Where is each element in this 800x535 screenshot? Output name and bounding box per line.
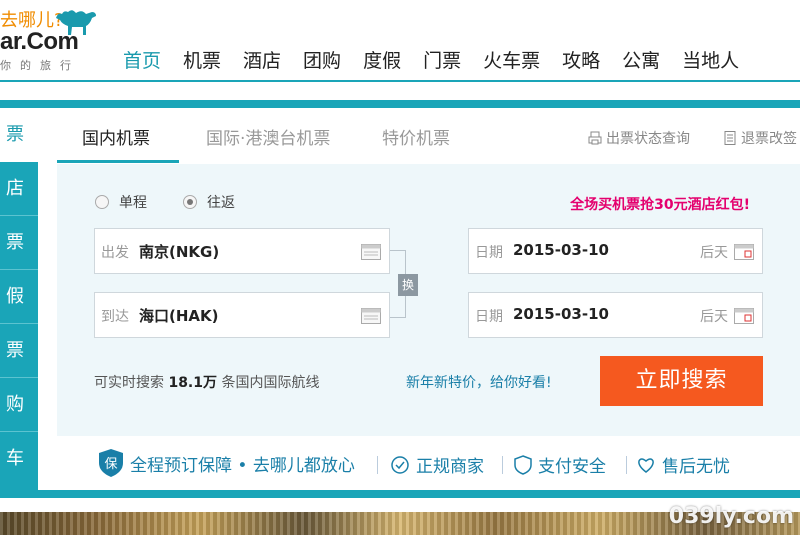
date-label: 日期 — [475, 309, 503, 325]
return-date-field[interactable]: 日期 2015-03-10 后天 — [468, 292, 763, 338]
divider — [502, 456, 503, 474]
sidebar-item-hotels[interactable]: 店 — [0, 162, 38, 216]
depart-date-field[interactable]: 日期 2015-03-10 后天 — [468, 228, 763, 274]
route-count-value: 18.1万 — [168, 375, 217, 391]
sidebar-item-train[interactable]: 票 — [0, 216, 38, 270]
printer-icon — [588, 131, 602, 145]
main-top-bar — [0, 100, 800, 108]
guarantee-aftersales-label: 售后无忧 — [662, 457, 730, 477]
guarantee-strip: 保 全程预订保障 • 去哪儿都放心 正规商家 支付安全 售后无忧 — [38, 436, 800, 492]
tab-international[interactable]: 国际·港澳台机票 — [206, 124, 330, 149]
nav-guides[interactable]: 攻略 — [562, 46, 600, 76]
calendar-icon[interactable] — [734, 244, 754, 260]
heart-shield-icon — [638, 457, 654, 473]
guarantee-aftersales[interactable]: 售后无忧 — [636, 452, 730, 477]
guarantee-merchant-label: 正规商家 — [416, 457, 484, 477]
depart-date-value: 2015-03-10 — [513, 241, 609, 259]
calendar-icon[interactable] — [734, 308, 754, 324]
arrive-label: 到达 — [101, 309, 129, 325]
nav-divider — [0, 80, 800, 82]
sidebar-item-group-buy[interactable]: 购 — [0, 378, 38, 432]
search-button[interactable]: 立即搜索 — [600, 356, 763, 406]
relative-day-label: 后天 — [700, 245, 728, 261]
promo-banner[interactable]: 全场买机票抢30元酒店红包! — [570, 194, 750, 214]
tab-special[interactable]: 特价机票 — [382, 124, 450, 149]
nav-group-buy[interactable]: 团购 — [303, 46, 341, 76]
shield-badge-icon: 保 — [99, 449, 123, 477]
city-list-icon[interactable] — [361, 308, 381, 324]
guarantee-payment-label: 支付安全 — [538, 457, 606, 477]
one-way-label[interactable]: 单程 — [119, 192, 147, 212]
round-trip-label[interactable]: 往返 — [207, 192, 235, 212]
trip-type-selector: 单程 往返 — [95, 192, 271, 212]
sidebar: 票 店 票 假 票 购 车 — [0, 108, 38, 492]
nav-flights[interactable]: 机票 — [183, 46, 221, 76]
new-year-slogan[interactable]: 新年新特价，给你好看! — [406, 372, 552, 392]
depart-label: 出发 — [101, 245, 129, 261]
route-count-prefix: 可实时搜索 — [94, 375, 164, 391]
arrive-city-field[interactable]: 到达 海口(HAK) — [94, 292, 390, 338]
top-nav: 首页 机票 酒店 团购 度假 门票 火车票 攻略 公寓 当地人 — [112, 46, 750, 76]
logo[interactable]: 去哪儿? ar.Com 你的旅行 — [0, 0, 110, 78]
return-date-value: 2015-03-10 — [513, 305, 609, 323]
sidebar-item-car[interactable]: 车 — [0, 432, 38, 492]
one-way-radio[interactable] — [95, 195, 109, 209]
city-list-icon[interactable] — [361, 244, 381, 260]
route-count-suffix: 条国内国际航线 — [221, 375, 320, 391]
logo-subtitle: 你的旅行 — [0, 59, 80, 72]
date-label: 日期 — [475, 245, 503, 261]
certified-icon — [391, 455, 409, 474]
swap-cities-button[interactable]: 换 — [398, 274, 418, 296]
ticket-status-label: 出票状态查询 — [606, 131, 690, 147]
nav-vacation[interactable]: 度假 — [363, 46, 401, 76]
tab-domestic[interactable]: 国内机票 — [82, 124, 150, 149]
divider — [626, 456, 627, 474]
document-icon — [724, 131, 736, 145]
nav-locals[interactable]: 当地人 — [682, 46, 739, 76]
divider — [377, 456, 378, 474]
logo-wordmark: ar.Com — [0, 28, 79, 55]
site-watermark: 039ly.com — [668, 504, 794, 529]
guarantee-merchant[interactable]: 正规商家 — [390, 452, 484, 477]
flight-tabs: 国内机票 国际·港澳台机票 特价机票 出票状态查询 退票改签 — [38, 108, 800, 164]
active-tab-indicator — [57, 160, 179, 163]
nav-home[interactable]: 首页 — [123, 46, 161, 76]
shield-icon — [514, 454, 532, 475]
depart-value: 南京(NKG) — [139, 243, 220, 261]
sidebar-item-flights[interactable]: 票 — [0, 108, 38, 162]
nav-train[interactable]: 火车票 — [483, 46, 540, 76]
svg-text:保: 保 — [104, 457, 117, 472]
nav-apartments[interactable]: 公寓 — [622, 46, 660, 76]
ticket-status-link[interactable]: 出票状态查询 — [587, 128, 690, 148]
sidebar-item-tickets[interactable]: 票 — [0, 324, 38, 378]
refund-change-link[interactable]: 退票改签 — [722, 128, 797, 148]
main-bottom-bar — [0, 490, 800, 498]
round-trip-radio[interactable] — [183, 195, 197, 209]
arrive-value: 海口(HAK) — [139, 307, 219, 325]
refund-change-label: 退票改签 — [741, 131, 797, 147]
guarantee-main-label: 全程预订保障 • 去哪儿都放心 — [130, 455, 355, 476]
sidebar-item-vacation[interactable]: 假 — [0, 270, 38, 324]
relative-day-label: 后天 — [700, 309, 728, 325]
page: 去哪儿? ar.Com 你的旅行 首页 机票 酒店 团购 度假 门票 火车票 攻… — [0, 0, 800, 535]
nav-hotels[interactable]: 酒店 — [243, 46, 281, 76]
guarantee-payment[interactable]: 支付安全 — [514, 452, 606, 477]
guarantee-main[interactable]: 保 全程预订保障 • 去哪儿都放心 — [98, 448, 355, 478]
route-count-info: 可实时搜索 18.1万 条国内国际航线 — [94, 372, 319, 392]
depart-city-field[interactable]: 出发 南京(NKG) — [94, 228, 390, 274]
nav-tickets[interactable]: 门票 — [423, 46, 461, 76]
